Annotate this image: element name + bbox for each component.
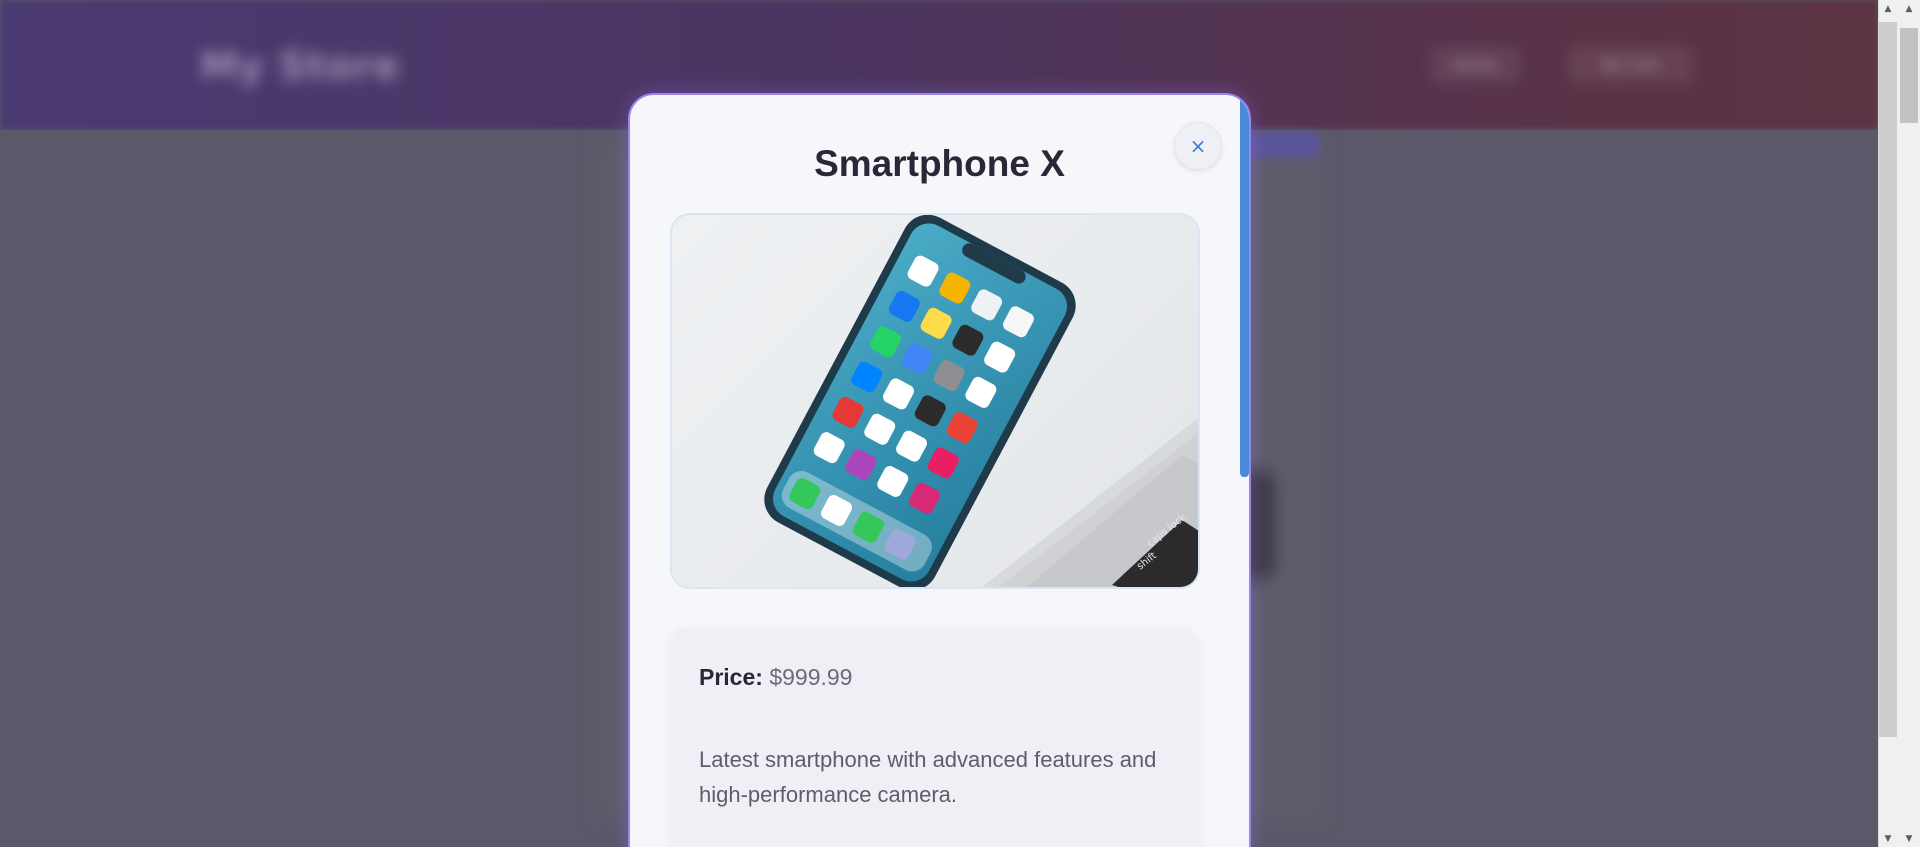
nav-home-button: Home [1430,46,1520,84]
close-icon: × [1189,134,1207,158]
product-description: Latest smartphone with advanced features… [699,747,1157,807]
product-image: caps lock shift [670,213,1200,589]
close-button[interactable]: × [1174,122,1222,170]
arrow-down-icon[interactable]: ▼ [1900,830,1918,847]
arrow-up-icon[interactable]: ▲ [1879,0,1897,17]
window-scrollbar[interactable]: ▲ ▲ ▼ ▼ [1878,0,1920,847]
price-label: Price: [699,664,763,690]
price-line: Price: $999.99 [699,664,852,691]
nav-cart-button: My Cart [1568,46,1693,84]
arrow-down-icon[interactable]: ▼ [1879,830,1897,847]
scrollbar-thumb-secondary[interactable] [1900,28,1918,123]
arrow-up-icon[interactable]: ▲ [1900,0,1918,17]
product-info-card: Price: $999.99 Latest smartphone with ad… [670,628,1200,847]
scrollbar-thumb-main[interactable] [1879,22,1897,737]
store-logo: My Store [200,44,400,88]
price-value: $999.99 [769,664,853,690]
product-modal: Smartphone X × caps lock shift Price: $9… [628,93,1251,847]
modal-title: Smartphone X [814,143,1065,184]
background-accent [1250,132,1320,158]
